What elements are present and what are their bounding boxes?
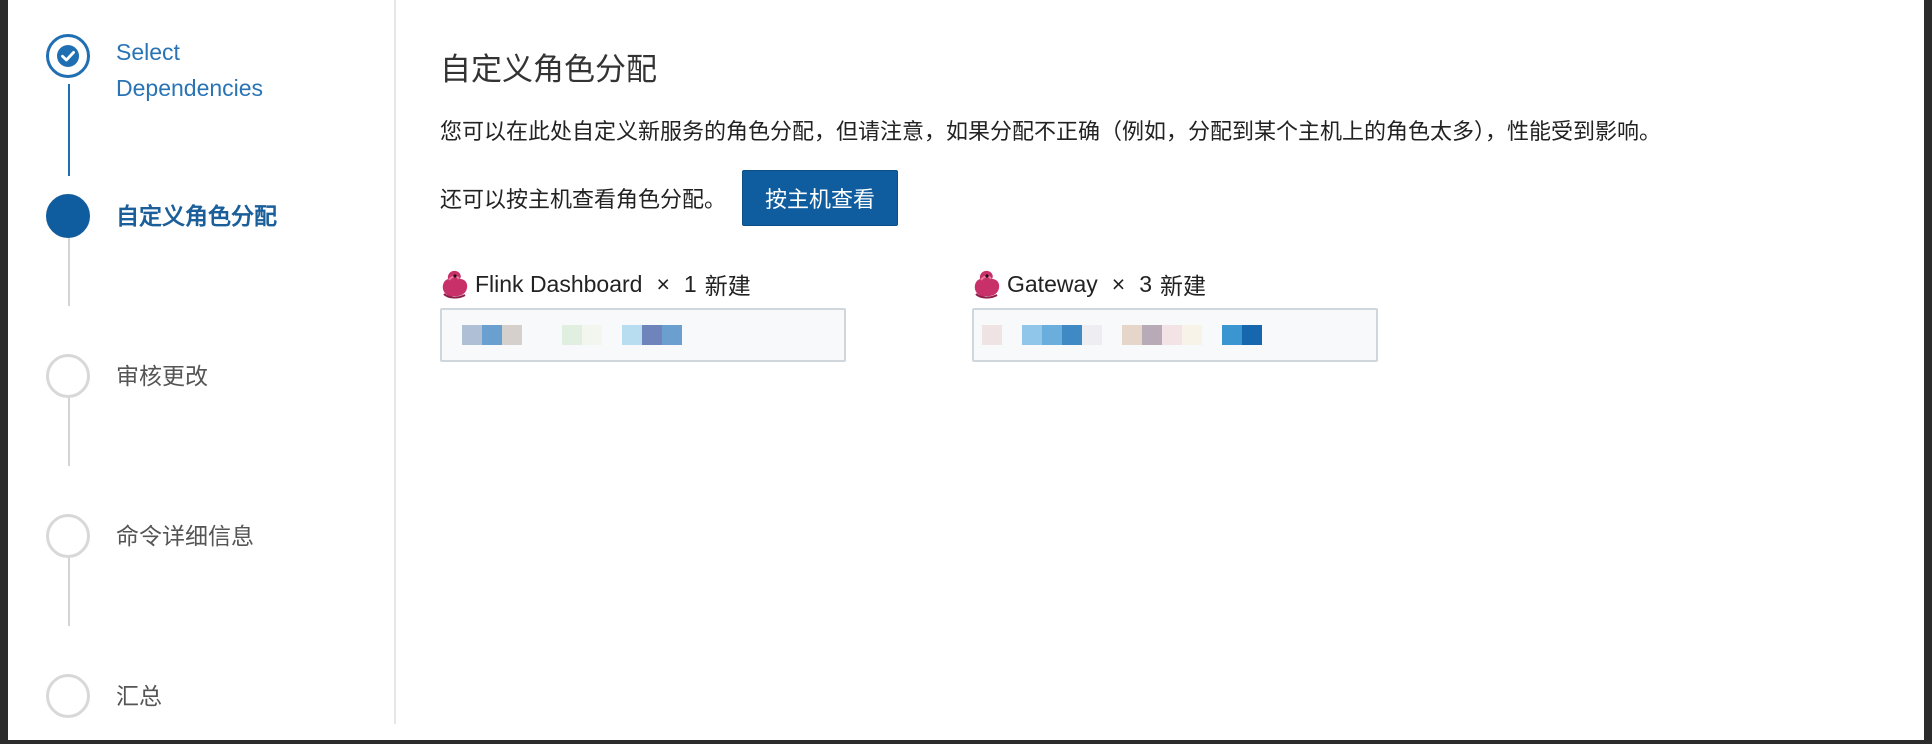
role-host-selector[interactable] [440, 308, 846, 362]
step-pending-indicator [46, 514, 90, 558]
role-host-selector[interactable] [972, 308, 1378, 362]
step-summary[interactable]: 汇总 [46, 674, 306, 718]
role-multiplier: × [1111, 270, 1126, 297]
role-header: Gateway × 3 新建 [972, 266, 1378, 302]
redacted-hostname [1082, 325, 1102, 345]
redacted-hostname [562, 325, 582, 345]
step-label: 命令详细信息 [116, 523, 254, 549]
redacted-hostname [622, 325, 642, 345]
redacted-hostname [1222, 325, 1242, 345]
redacted-hostname [482, 325, 502, 345]
redacted-hostname [1022, 325, 1042, 345]
redacted-hostname [1162, 325, 1182, 345]
page-description: 您可以在此处自定义新服务的角色分配，但请注意，如果分配不正确（例如，分配到某个主… [440, 119, 1662, 144]
role-status: 新建 [704, 273, 751, 299]
redacted-hostname [502, 325, 522, 345]
flink-squirrel-icon [442, 270, 468, 299]
role-header: Flink Dashboard × 1 新建 [440, 266, 846, 302]
redacted-hostname [582, 325, 602, 345]
redacted-hostname [642, 325, 662, 345]
role-count: 1 [683, 270, 697, 297]
step-command-details[interactable]: 命令详细信息 [46, 514, 306, 558]
page-title: 自定义角色分配 [440, 52, 657, 87]
step-label: 审核更改 [116, 363, 208, 389]
step-done-indicator [46, 34, 90, 78]
host-view-text: 还可以按主机查看角色分配。 [440, 187, 727, 212]
redacted-hostname [1242, 325, 1262, 345]
redacted-hostname [1142, 325, 1162, 345]
redacted-hostname [1062, 325, 1082, 345]
redacted-hostname [462, 325, 482, 345]
step-label: 汇总 [116, 683, 162, 709]
redacted-hostname [1042, 325, 1062, 345]
role-status: 新建 [1160, 273, 1206, 299]
wizard-window: Select Dependencies 自定义角色分配 审核更改 命令详细信息 … [8, 0, 1924, 740]
redacted-hostname [1122, 325, 1142, 345]
redacted-hostname [662, 325, 682, 345]
step-active-indicator [46, 194, 90, 238]
host-view-row: 还可以按主机查看角色分配。 按主机查看 [440, 170, 899, 226]
role-gateway: Gateway × 3 新建 [972, 266, 1378, 362]
role-name: Gateway [1007, 270, 1098, 297]
checkmark-icon [57, 45, 79, 67]
step-select-dependencies[interactable]: Select Dependencies [46, 34, 306, 106]
step-review-changes[interactable]: 审核更改 [46, 354, 306, 398]
role-name: Flink Dashboard [475, 270, 643, 297]
step-pending-indicator [46, 354, 90, 398]
step-customize-role-assignment[interactable]: 自定义角色分配 [46, 194, 306, 238]
step-label: 自定义角色分配 [116, 203, 277, 229]
wizard-stepper: Select Dependencies 自定义角色分配 审核更改 命令详细信息 … [8, 0, 396, 724]
step-pending-indicator [46, 674, 90, 718]
redacted-hostname [982, 325, 1002, 345]
flink-squirrel-icon [974, 270, 1000, 299]
redacted-hostname [1182, 325, 1202, 345]
role-multiplier: × [656, 270, 670, 297]
step-label: Select Dependencies [116, 39, 264, 101]
view-by-host-button[interactable]: 按主机查看 [742, 170, 899, 226]
role-flink-dashboard: Flink Dashboard × 1 新建 [440, 266, 846, 362]
role-count: 3 [1139, 270, 1152, 297]
